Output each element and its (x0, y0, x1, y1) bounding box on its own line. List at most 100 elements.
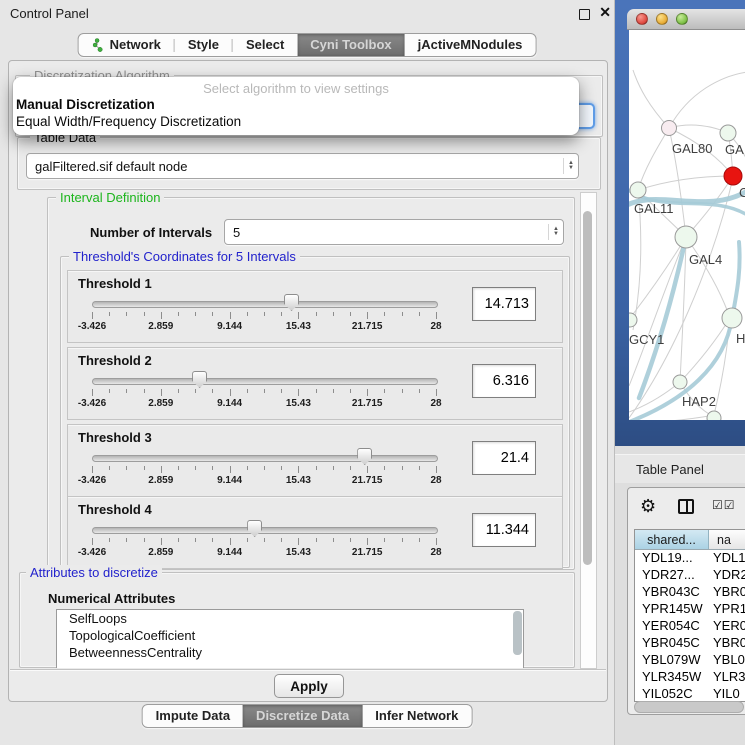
cell-name[interactable]: YBL0 (708, 652, 745, 669)
node-label: C (739, 185, 745, 200)
slider-track[interactable] (92, 301, 438, 308)
cell-shared-name[interactable]: YBR045C (635, 635, 708, 652)
cell-shared-name[interactable]: YDL19... (635, 550, 708, 567)
network-edge[interactable] (629, 237, 686, 386)
apply-button[interactable]: Apply (274, 674, 344, 698)
column-header-shared-name[interactable]: shared... (635, 530, 709, 549)
scrollbar-thumb[interactable] (583, 211, 592, 565)
cell-shared-name[interactable]: YER054C (635, 618, 708, 635)
slider-tick (126, 389, 127, 393)
table-row[interactable]: YBL079WYBL0 (635, 652, 745, 669)
cell-shared-name[interactable]: YBR043C (635, 584, 708, 601)
cell-shared-name[interactable]: YPR145W (635, 601, 708, 618)
threshold-value-field[interactable]: 21.4 (472, 441, 536, 475)
numerical-attributes-label: Numerical Attributes (48, 591, 175, 606)
slider-thumb[interactable] (192, 371, 207, 388)
settings-scrollbar[interactable] (580, 192, 597, 669)
dropdown-hint-option[interactable]: Select algorithm to view settings (13, 81, 579, 96)
threshold-value-field[interactable]: 11.344 (472, 513, 536, 547)
network-node-hap2[interactable] (673, 375, 687, 389)
table-horizontal-scrollbar[interactable] (632, 700, 745, 712)
dropdown-option-equal-width[interactable]: Equal Width/Frequency Discretization (16, 114, 241, 129)
traffic-light-close-icon[interactable] (636, 13, 648, 25)
slider-tick (316, 312, 317, 316)
list-item[interactable]: BetweennessCentrality (57, 644, 523, 661)
slider-tick (212, 466, 213, 470)
node-label: H (736, 331, 745, 346)
checkbox-icon[interactable]: ☑☑ (712, 498, 736, 512)
slider-tick (247, 538, 248, 542)
numerical-attributes-list[interactable]: SelfLoopsTopologicalCoefficientBetweenne… (56, 609, 524, 668)
cell-name[interactable]: YLR3 (708, 669, 745, 686)
cell-shared-name[interactable]: YDR27... (635, 567, 708, 584)
slider-tick (333, 312, 334, 316)
table-row[interactable]: YPR145WYPR1 (635, 601, 745, 618)
cell-shared-name[interactable]: YBL079W (635, 652, 708, 669)
slider-tick (212, 538, 213, 542)
table-row[interactable]: YDR27...YDR2 (635, 567, 745, 584)
slider-tick (161, 466, 162, 473)
columns-icon[interactable] (678, 499, 694, 514)
slider-track[interactable] (92, 527, 438, 534)
slider-thumb[interactable] (357, 448, 372, 465)
tab-impute-data[interactable]: Impute Data (143, 705, 243, 727)
float-window-icon[interactable] (579, 9, 590, 20)
network-node-gal80[interactable] (662, 121, 677, 136)
table-row[interactable]: YDL19...YDL1 (635, 550, 745, 567)
cell-name[interactable]: YDR2 (708, 567, 745, 584)
cell-name[interactable]: YDL1 (708, 550, 745, 567)
close-icon[interactable]: ✕ (599, 4, 611, 21)
cell-name[interactable]: YBR0 (708, 635, 745, 652)
network-edge[interactable] (633, 70, 669, 128)
network-node[interactable] (707, 411, 721, 420)
slider-tick (109, 538, 110, 542)
tab-network[interactable]: Network (79, 34, 174, 56)
network-edge[interactable] (638, 128, 669, 190)
cell-name[interactable]: YER0 (708, 618, 745, 635)
slider-thumb[interactable] (284, 294, 299, 311)
slider-thumb[interactable] (247, 520, 262, 537)
tab-discretize-data[interactable]: Discretize Data (243, 705, 362, 727)
tab-style[interactable]: Style (175, 34, 232, 56)
slider-track[interactable] (92, 378, 438, 385)
cell-name[interactable]: YBR0 (708, 584, 745, 601)
slider-tick (367, 312, 368, 319)
column-header-name[interactable]: na (709, 530, 745, 549)
table-row[interactable]: YLR345WYLR3 (635, 669, 745, 686)
network-node-h[interactable] (722, 308, 742, 328)
list-scrollbar[interactable] (513, 611, 522, 655)
network-edge[interactable] (669, 72, 745, 128)
cell-shared-name[interactable]: YLR345W (635, 669, 708, 686)
slider-track[interactable] (92, 455, 438, 462)
table-row[interactable]: YBR045CYBR0 (635, 635, 745, 652)
table-row[interactable]: YER054CYER0 (635, 618, 745, 635)
network-edge[interactable] (639, 415, 714, 420)
gear-icon[interactable]: ⚙ (640, 496, 656, 517)
tab-cyni-toolbox[interactable]: Cyni Toolbox (297, 34, 404, 56)
slider-tick (333, 466, 334, 470)
tab-infer-network[interactable]: Infer Network (362, 705, 471, 727)
tab-select[interactable]: Select (233, 34, 297, 56)
hscrollbar-thumb[interactable] (634, 701, 744, 713)
tab-jactivemnodules[interactable]: jActiveMNodules (405, 34, 536, 56)
network-edge[interactable] (686, 237, 730, 318)
network-canvas[interactable]: GAL80GACGAL11GAL4GCY1HHAP2 (629, 30, 745, 420)
network-edge-highlighted[interactable] (639, 237, 686, 398)
table-data-combobox[interactable]: galFiltered.sif default node ▲▼ (26, 153, 579, 179)
dropdown-option-manual-discretization[interactable]: Manual Discretization (16, 97, 155, 112)
network-edge[interactable] (638, 176, 733, 190)
number-of-intervals-combobox[interactable]: 5 ▲▼ (224, 219, 564, 245)
threshold-value-field[interactable]: 14.713 (472, 287, 536, 321)
network-node-ga[interactable] (720, 125, 736, 141)
list-item[interactable]: SelfLoops (57, 610, 523, 627)
network-node-gal11[interactable] (630, 182, 646, 198)
traffic-light-zoom-icon[interactable] (676, 13, 688, 25)
network-node-gal4[interactable] (675, 226, 697, 248)
traffic-light-minimize-icon[interactable] (656, 13, 668, 25)
cell-name[interactable]: YPR1 (708, 601, 745, 618)
network-node-c[interactable] (724, 167, 742, 185)
table-row[interactable]: YBR043CYBR0 (635, 584, 745, 601)
list-item[interactable]: TopologicalCoefficient (57, 627, 523, 644)
threshold-value-field[interactable]: 6.316 (472, 364, 536, 398)
network-icon (92, 38, 104, 52)
